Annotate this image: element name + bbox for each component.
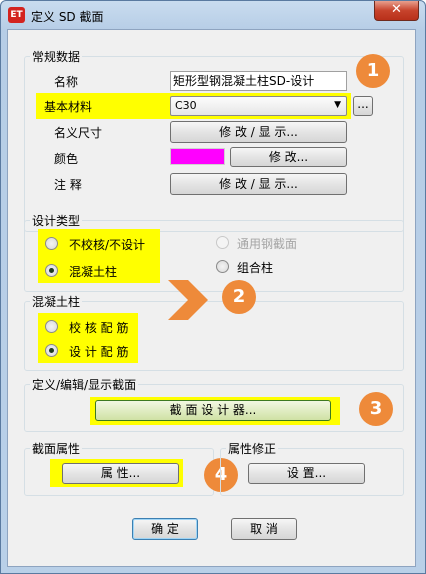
dimensions-label: 名义尺寸 xyxy=(54,126,103,140)
cancel-button[interactable]: 取 消 xyxy=(231,518,297,540)
no-check-radio[interactable] xyxy=(45,237,58,250)
properties-button[interactable]: 属 性... xyxy=(62,463,179,484)
concrete-column-label: 混凝土柱 xyxy=(69,265,118,279)
section-properties-title: 截面属性 xyxy=(30,440,83,457)
material-select[interactable]: C30 ▼ xyxy=(170,96,347,116)
modifiers-settings-button[interactable]: 设 置... xyxy=(248,463,365,484)
concrete-column-radio[interactable] xyxy=(45,264,58,277)
composite-column-radio[interactable] xyxy=(216,260,229,273)
define-section-title: 定义/编辑/显示截面 xyxy=(30,376,139,393)
name-label: 名称 xyxy=(54,75,79,89)
concrete-column-title: 混凝土柱 xyxy=(30,293,83,310)
color-edit-button[interactable]: 修 改... xyxy=(230,147,347,167)
dialog-client: 常规数据 名称 矩形型钢混凝土柱SD-设计 基本材料 C30 ▼ ... 名义尺… xyxy=(7,29,416,567)
color-label: 颜色 xyxy=(54,152,79,166)
window-title: 定义 SD 截面 xyxy=(31,10,104,24)
design-rebar-radio[interactable] xyxy=(45,344,58,357)
close-button[interactable]: ✕ xyxy=(374,1,419,21)
property-modifiers-title: 属性修正 xyxy=(226,440,279,457)
section-designer-button[interactable]: 截 面 设 计 器... xyxy=(95,400,331,421)
callout-1: 1 xyxy=(356,54,390,88)
general-steel-radio[interactable] xyxy=(216,236,229,249)
design-type-title: 设计类型 xyxy=(30,212,83,229)
check-rebar-radio[interactable] xyxy=(45,320,58,333)
composite-column-label: 组合柱 xyxy=(237,261,274,275)
callout-2: 2 xyxy=(222,280,256,314)
material-value: C30 xyxy=(175,99,197,112)
no-check-label: 不校核/不设计 xyxy=(69,238,146,252)
design-rebar-label: 设 计 配 筋 xyxy=(69,345,129,359)
check-rebar-label: 校 核 配 筋 xyxy=(69,321,129,335)
notes-edit-button[interactable]: 修 改 / 显 示... xyxy=(170,173,347,195)
general-steel-label: 通用钢截面 xyxy=(237,237,298,251)
general-data-title: 常规数据 xyxy=(30,48,83,65)
color-swatch[interactable] xyxy=(170,148,225,165)
callout-3: 3 xyxy=(359,392,393,426)
ok-button[interactable]: 确 定 xyxy=(132,518,198,540)
chevron-down-icon: ▼ xyxy=(334,100,341,110)
name-field[interactable]: 矩形型钢混凝土柱SD-设计 xyxy=(170,71,347,91)
material-browse-button[interactable]: ... xyxy=(353,96,373,116)
notes-label: 注 释 xyxy=(54,178,82,192)
dimensions-edit-button[interactable]: 修 改 / 显 示... xyxy=(170,121,347,143)
chevron-right-icon xyxy=(168,280,208,320)
app-logo-icon: ET xyxy=(8,7,25,23)
title-bar[interactable]: ET 定义 SD 截面 ✕ xyxy=(1,1,425,29)
material-label: 基本材料 xyxy=(44,100,93,114)
